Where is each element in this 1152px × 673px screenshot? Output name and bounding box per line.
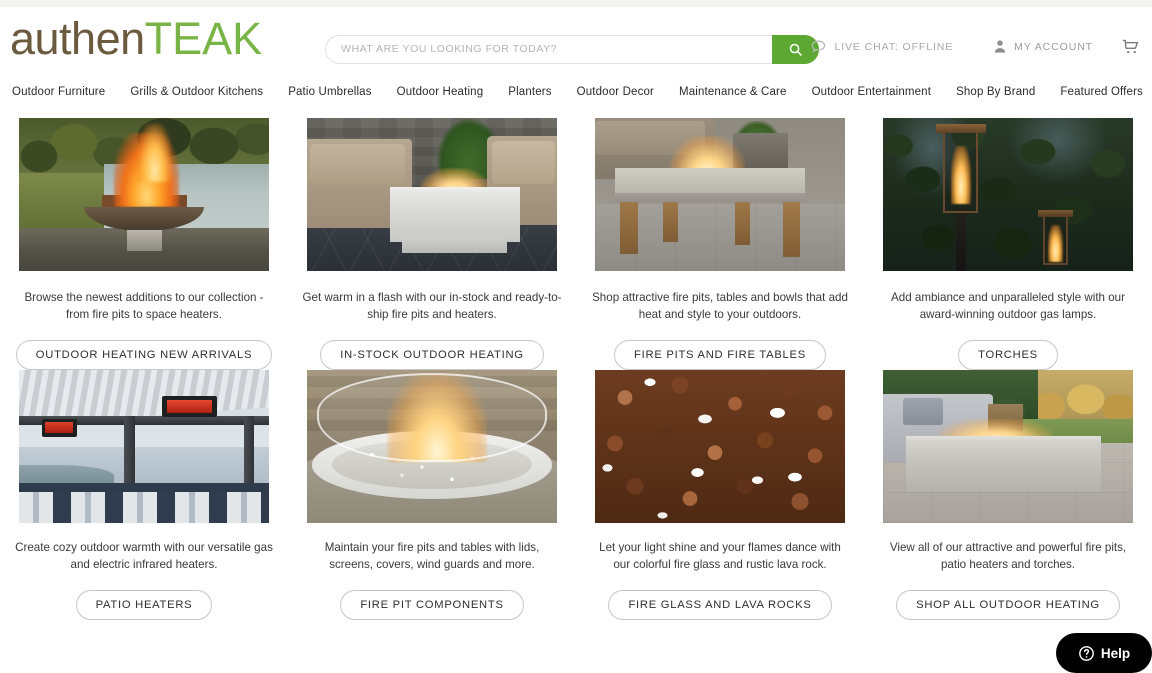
card-button-patio-heaters[interactable]: PATIO HEATERS (75, 590, 213, 620)
card-image-fire-bowl-by-lake[interactable] (19, 118, 269, 271)
help-widget-label: Help (1100, 645, 1131, 661)
logo-text-authen: authen (10, 13, 145, 64)
card-image-fire-pit-wind-guard[interactable] (307, 370, 557, 523)
nav-item-outdoor-entertainment[interactable]: Outdoor Entertainment (812, 86, 932, 98)
card-image-wood-leg-fire-table[interactable] (595, 118, 845, 271)
nav-item-grills-outdoor-kitchens[interactable]: Grills & Outdoor Kitchens (130, 86, 263, 98)
cart-button[interactable] (1121, 38, 1140, 55)
user-icon (995, 40, 1006, 53)
chat-bubble-icon (812, 40, 826, 53)
nav-item-featured-offers[interactable]: Featured Offers (1060, 86, 1143, 98)
top-strip (0, 0, 1152, 7)
search-bar (325, 35, 819, 64)
card-button-fire-pits-and-fire-tables[interactable]: FIRE PITS AND FIRE TABLES (614, 340, 826, 370)
nav-item-outdoor-heating[interactable]: Outdoor Heating (397, 86, 484, 98)
card-description: View all of our attractive and powerful … (889, 541, 1127, 571)
nav-item-patio-umbrellas[interactable]: Patio Umbrellas (288, 86, 371, 98)
card-image-copper-fire-glass[interactable] (595, 370, 845, 523)
search-icon (789, 43, 802, 56)
card-description: Add ambiance and unparalleled style with… (891, 291, 1125, 321)
site-header: authenTEAK LIVE CHAT: OFFLINE (0, 7, 1152, 73)
nav-item-shop-by-brand[interactable]: Shop By Brand (956, 86, 1035, 98)
help-widget-button[interactable]: Help (1056, 633, 1152, 673)
category-card: Maintain your fire pits and tables with … (288, 370, 576, 620)
header-utility-links: LIVE CHAT: OFFLINE MY ACCOUNT (810, 38, 1140, 55)
card-description: Browse the newest additions to our colle… (24, 291, 264, 321)
live-chat-link[interactable]: LIVE CHAT: OFFLINE (810, 39, 953, 54)
category-card: Browse the newest additions to our colle… (0, 118, 288, 370)
category-card: Shop attractive fire pits, tables and bo… (576, 118, 864, 370)
live-chat-label: LIVE CHAT: OFFLINE (834, 40, 954, 53)
logo-text-teak: TEAK (144, 13, 263, 64)
category-card-grid: Browse the newest additions to our colle… (0, 118, 1152, 620)
card-button-in-stock-outdoor-heating[interactable]: IN-STOCK OUTDOOR HEATING (320, 340, 544, 370)
nav-item-outdoor-decor[interactable]: Outdoor Decor (577, 86, 654, 98)
card-image-pergola-infrared-heaters[interactable] (19, 370, 269, 523)
shopping-cart-icon (1122, 39, 1139, 54)
card-image-gas-torches[interactable] (883, 118, 1133, 271)
card-button-outdoor-heating-new-arrivals[interactable]: OUTDOOR HEATING NEW ARRIVALS (15, 340, 273, 370)
page-root: authenTEAK LIVE CHAT: OFFLINE (0, 0, 1152, 673)
my-account-label: MY ACCOUNT (1014, 40, 1093, 53)
site-logo[interactable]: authenTEAK (10, 13, 262, 65)
category-card: Get warm in a flash with our in-stock an… (288, 118, 576, 370)
category-card: Let your light shine and your flames dan… (576, 370, 864, 620)
card-description: Maintain your fire pits and tables with … (324, 541, 540, 571)
card-description: Create cozy outdoor warmth with our vers… (15, 541, 273, 571)
card-button-shop-all-outdoor-heating[interactable]: SHOP ALL OUTDOOR HEATING (896, 590, 1120, 620)
card-description: Shop attractive fire pits, tables and bo… (592, 291, 848, 321)
card-button-fire-glass-and-lava-rocks[interactable]: FIRE GLASS AND LAVA ROCKS (608, 590, 832, 620)
search-input[interactable] (341, 35, 771, 62)
category-card: View all of our attractive and powerful … (864, 370, 1152, 620)
card-image-wicker-patio-set[interactable] (307, 118, 557, 271)
card-description: Get warm in a flash with our in-stock an… (302, 291, 562, 321)
card-button-fire-pit-components[interactable]: FIRE PIT COMPONENTS (340, 590, 524, 620)
nav-item-planters[interactable]: Planters (508, 86, 551, 98)
nav-item-maintenance-care[interactable]: Maintenance & Care (679, 86, 787, 98)
my-account-link[interactable]: MY ACCOUNT (993, 39, 1093, 54)
category-card: Add ambiance and unparalleled style with… (864, 118, 1152, 370)
nav-item-outdoor-furniture[interactable]: Outdoor Furniture (12, 86, 105, 98)
question-mark-circle-icon (1078, 645, 1094, 661)
card-button-torches[interactable]: TORCHES (958, 340, 1058, 370)
category-card: Create cozy outdoor warmth with our vers… (0, 370, 288, 620)
primary-navigation: Outdoor Furniture Grills & Outdoor Kitch… (0, 80, 1152, 104)
card-image-linear-concrete-fire-table[interactable] (883, 370, 1133, 523)
card-description: Let your light shine and your flames dan… (599, 541, 841, 571)
